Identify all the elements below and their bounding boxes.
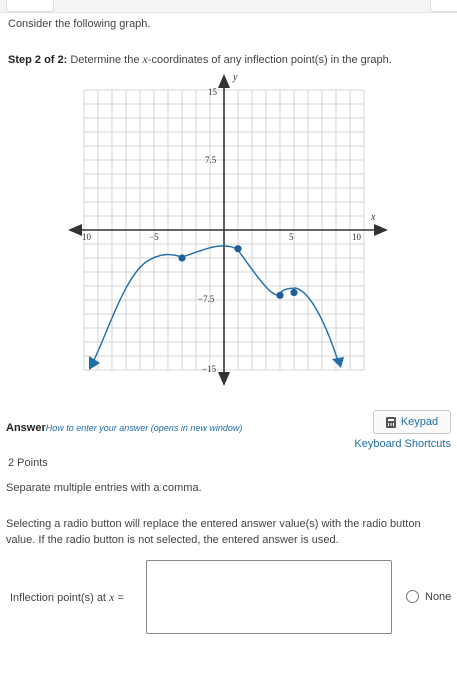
x-tick-label: −5 xyxy=(149,232,159,242)
ip-label-pre: Inflection point(s) at xyxy=(10,592,110,604)
keyboard-shortcuts-link[interactable]: Keyboard Shortcuts xyxy=(354,438,451,450)
how-to-enter-link[interactable]: How to enter your answer (opens in new w… xyxy=(46,423,243,433)
function-graph: x y 10 −5 5 10 15 7.5 −7.5 −15 xyxy=(68,72,388,386)
none-radio-button[interactable] xyxy=(406,590,419,603)
step-text-post: -coordinates of any inflection point(s) … xyxy=(147,54,392,66)
step-text-pre: Determine the xyxy=(70,54,143,66)
graph-point xyxy=(178,254,186,262)
none-label: None xyxy=(425,590,452,603)
ip-label-post: = xyxy=(114,592,124,604)
x-axis-right-arrow-icon xyxy=(374,224,388,236)
answer-input[interactable] xyxy=(146,560,392,634)
x-tick-label: 5 xyxy=(289,232,294,242)
y-tick-label: −15 xyxy=(202,364,217,374)
function-curve xyxy=(92,245,339,363)
toolbar-tab[interactable] xyxy=(6,0,54,12)
curve-right-arrow-icon xyxy=(332,357,344,368)
x-tick-label: 10 xyxy=(82,232,92,242)
keypad-button-label: Keypad xyxy=(400,416,439,428)
keypad-button[interactable]: Keypad xyxy=(373,410,451,434)
answer-label: Answer xyxy=(6,422,46,434)
y-tick-label: 15 xyxy=(208,87,218,97)
calculator-icon xyxy=(385,416,396,428)
y-tick-label: 7.5 xyxy=(205,155,217,165)
toolbar-tab[interactable] xyxy=(430,0,457,12)
top-toolbar xyxy=(0,0,457,13)
graph-point xyxy=(290,288,298,297)
question-intro: Consider the following graph. xyxy=(8,18,151,30)
step-instruction: Step 2 of 2: Determine the x-coordinates… xyxy=(8,52,392,67)
graph-point xyxy=(276,291,284,299)
none-option[interactable]: None xyxy=(406,590,451,603)
step-label: Step 2 of 2: xyxy=(8,54,68,66)
y-tick-label: −7.5 xyxy=(198,294,215,304)
radio-button-note: Selecting a radio button will replace th… xyxy=(6,518,421,546)
x-axis-left-arrow-icon xyxy=(68,224,82,236)
x-axis xyxy=(68,224,388,236)
x-tick-label: 10 xyxy=(352,232,362,242)
x-axis-label: x xyxy=(370,212,376,223)
separate-instruction: Separate multiple entries with a comma. xyxy=(6,482,202,494)
inflection-point-label: Inflection point(s) at x = xyxy=(10,590,124,605)
y-axis-up-arrow-icon xyxy=(218,74,230,88)
graph-point xyxy=(234,245,242,253)
points-value: 2 Points xyxy=(8,457,48,469)
answer-header: AnswerHow to enter your answer (opens in… xyxy=(6,410,451,436)
y-axis-down-arrow-icon xyxy=(218,372,230,386)
y-axis-label: y xyxy=(232,72,238,83)
